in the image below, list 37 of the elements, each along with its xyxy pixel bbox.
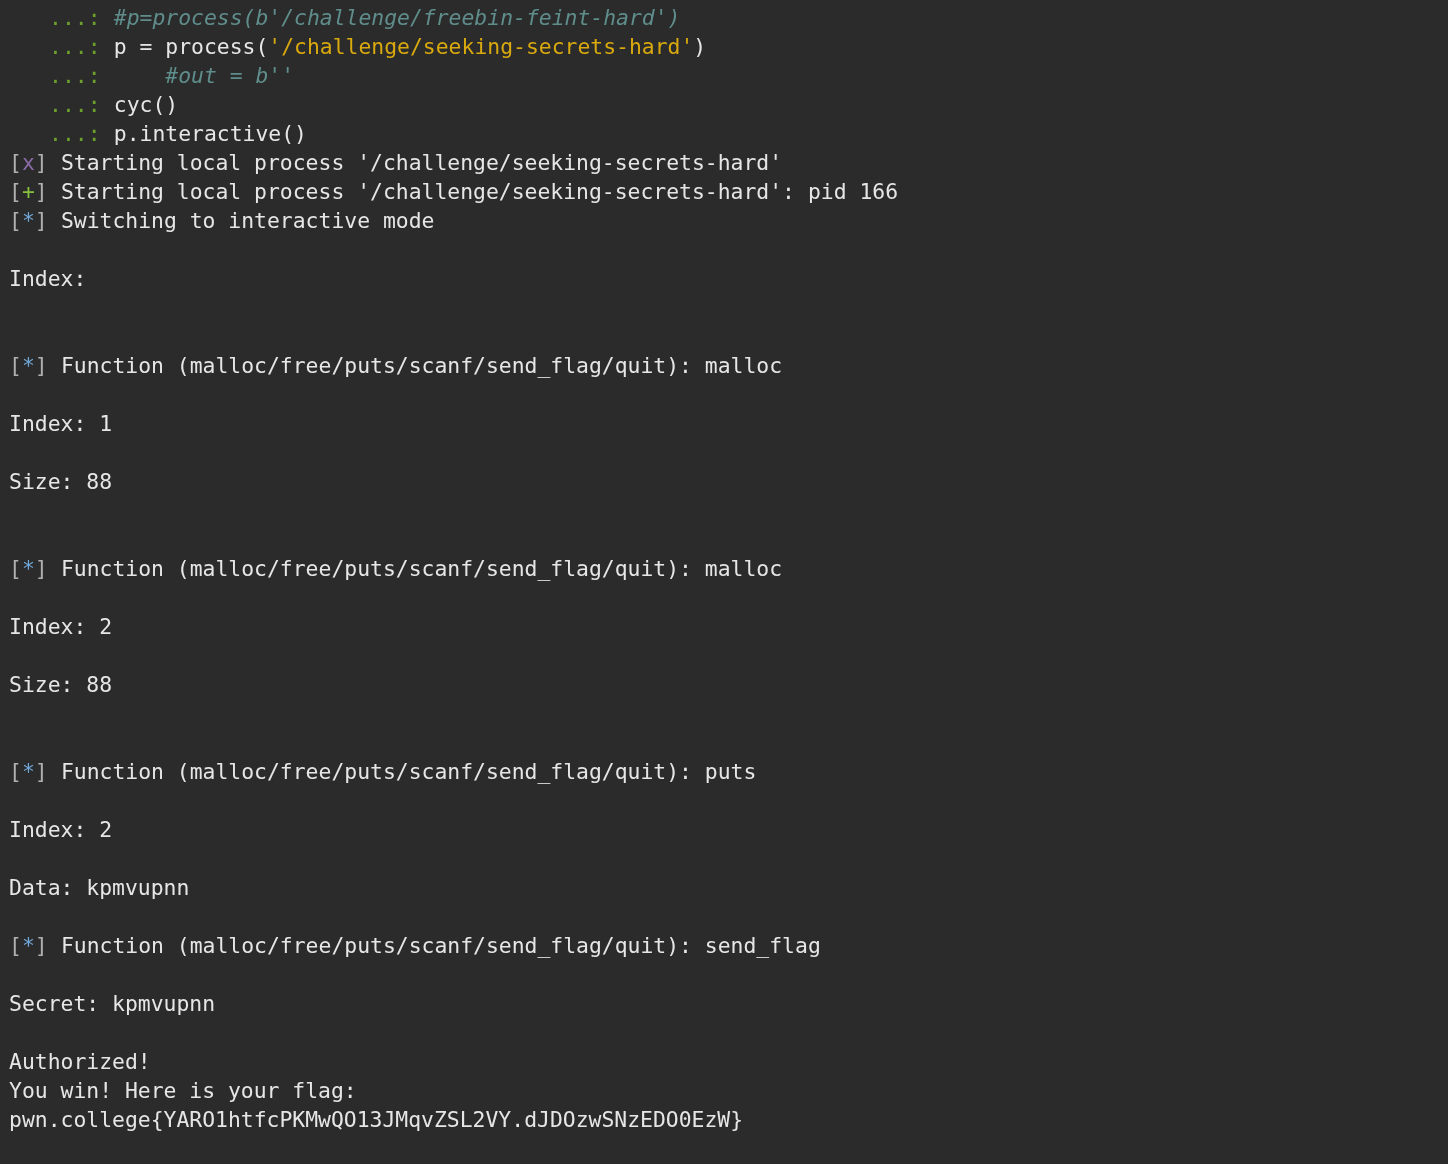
prompt-marker: ...: xyxy=(49,121,101,146)
code-comment: #p=process(b'/challenge/freebin-feint-hard') xyxy=(113,5,681,30)
status-marker: [*] xyxy=(9,933,48,958)
output-text: Index: 2 xyxy=(9,614,113,639)
status-marker: [*] xyxy=(9,759,48,784)
output-text: Size: 88 xyxy=(9,469,113,494)
output-text: You win! Here is your flag: xyxy=(9,1078,357,1103)
output-text: Starting local process '/challenge/seeking-secrets-hard': pid 166 xyxy=(60,179,899,204)
code-text: ) xyxy=(693,34,707,59)
output-text: Secret: kpmvupnn xyxy=(9,991,216,1016)
string-literal: '/challenge/seeking-secrets-hard' xyxy=(268,34,694,59)
status-marker: [*] xyxy=(9,353,48,378)
output-text: Index: 2 xyxy=(9,817,113,842)
code-text: p = process( xyxy=(113,34,269,59)
output-text: Function (malloc/free/puts/scanf/send_flag/quit): send_flag xyxy=(60,933,821,958)
output-text: Switching to interactive mode xyxy=(60,208,435,233)
status-marker: [x] xyxy=(9,150,48,175)
code-text: cyc() xyxy=(113,92,179,117)
output-text: Data: kpmvupnn xyxy=(9,875,190,900)
output-text: Index: xyxy=(9,266,87,291)
prompt-marker: ...: xyxy=(49,63,101,88)
code-text: p.interactive() xyxy=(113,121,307,146)
output-text: Size: 88 xyxy=(9,672,113,697)
status-marker: [*] xyxy=(9,556,48,581)
output-text: Function (malloc/free/puts/scanf/send_flag/quit): malloc xyxy=(60,353,783,378)
output-text: pwn.college{YARO1htfcPKMwQO13JMqvZSL2VY.dJDOzwSNzEDO0EzW} xyxy=(9,1107,744,1132)
output-text: Function (malloc/free/puts/scanf/send_flag/quit): puts xyxy=(60,759,757,784)
output-text: Index: 1 xyxy=(9,411,113,436)
output-text: Function (malloc/free/puts/scanf/send_flag/quit): malloc xyxy=(60,556,783,581)
code-comment: #out = b'' xyxy=(164,63,295,88)
status-marker: [*] xyxy=(9,208,48,233)
prompt-marker: ...: xyxy=(49,92,101,117)
output-text: Starting local process '/challenge/seeking-secrets-hard' xyxy=(60,150,783,175)
prompt-marker: ...: xyxy=(49,34,101,59)
output-text: Authorized! xyxy=(9,1049,151,1074)
prompt-marker: ...: xyxy=(49,5,101,30)
status-marker: [+] xyxy=(9,179,48,204)
